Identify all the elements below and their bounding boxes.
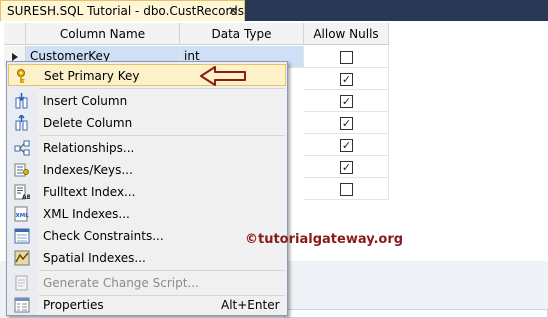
allow-nulls-cell[interactable] (304, 46, 389, 68)
allow-nulls-header: Allow Nulls (304, 23, 389, 45)
allow-nulls-cell[interactable]: ✓ (304, 112, 389, 134)
document-tab[interactable]: SURESH.SQL Tutorial - dbo.CustRecords ✕ (0, 0, 245, 21)
allow-nulls-cell[interactable]: ✓ (304, 134, 389, 156)
menu-item-spatial-indexes[interactable]: Spatial Indexes... (8, 247, 286, 269)
menu-item-relationships[interactable]: Relationships... (8, 137, 286, 159)
relationships-icon (14, 140, 30, 156)
allow-nulls-checkbox[interactable]: ✓ (340, 73, 353, 86)
menu-item-label: Properties (43, 298, 104, 312)
allow-nulls-checkbox[interactable]: ✓ (340, 139, 353, 152)
menu-item-label: Generate Change Script... (43, 276, 199, 290)
menu-item-generate-change-script: Generate Change Script... (8, 272, 286, 294)
svg-text:XML: XML (16, 213, 30, 219)
menu-item-label: Insert Column (43, 94, 128, 108)
properties-icon (14, 297, 30, 313)
annotation-arrow-icon (200, 66, 246, 86)
menu-item-shortcut: Alt+Enter (221, 298, 280, 312)
svg-text:AB: AB (22, 194, 30, 200)
column-name-header: Column Name (26, 23, 180, 45)
menu-separator (39, 88, 285, 89)
allow-nulls-checkbox[interactable]: ✓ (340, 161, 353, 174)
document-tab-strip: SURESH.SQL Tutorial - dbo.CustRecords ✕ (0, 0, 548, 21)
watermark: ©tutorialgateway.org (245, 232, 404, 247)
menu-item-xml-indexes[interactable]: XML XML Indexes... (8, 203, 286, 225)
properties-panel (284, 309, 548, 318)
menu-item-delete-column[interactable]: Delete Column (8, 112, 286, 134)
spatial-indexes-icon (14, 250, 30, 266)
row-selector-header (4, 23, 26, 45)
insert-column-icon (15, 93, 28, 109)
xml-indexes-icon: XML (14, 206, 30, 222)
menu-item-label: Set Primary Key (44, 69, 140, 83)
allow-nulls-cell[interactable]: ✓ (304, 68, 389, 90)
delete-column-icon (15, 115, 28, 131)
menu-item-label: Relationships... (43, 141, 135, 155)
document-tab-title: SURESH.SQL Tutorial - dbo.CustRecords (7, 4, 245, 18)
menu-item-label: XML Indexes... (43, 207, 130, 221)
allow-nulls-cell[interactable]: ✓ (304, 90, 389, 112)
menu-item-indexes-keys[interactable]: Indexes/Keys... (8, 159, 286, 181)
context-menu: Set Primary Key Insert Column Delete Col… (6, 61, 288, 316)
fulltext-index-icon: AB (14, 184, 30, 200)
allow-nulls-checkbox[interactable]: ✓ (340, 95, 353, 108)
allow-nulls-cell[interactable] (304, 178, 389, 200)
menu-item-label: Delete Column (43, 116, 133, 130)
menu-item-properties[interactable]: Properties Alt+Enter (8, 294, 286, 316)
menu-separator (39, 270, 285, 271)
menu-separator (39, 135, 285, 136)
data-type-header: Data Type (180, 23, 304, 45)
allow-nulls-cell[interactable]: ✓ (304, 156, 389, 178)
menu-item-label: Spatial Indexes... (43, 251, 146, 265)
primary-key-icon (17, 69, 25, 83)
allow-nulls-checkbox[interactable] (340, 51, 353, 64)
menu-item-insert-column[interactable]: Insert Column (8, 90, 286, 112)
menu-item-fulltext-index[interactable]: AB Fulltext Index... (8, 181, 286, 203)
menu-item-label: Fulltext Index... (43, 185, 136, 199)
menu-item-label: Indexes/Keys... (43, 163, 133, 177)
menu-item-set-primary-key[interactable]: Set Primary Key (8, 64, 286, 86)
menu-item-label: Check Constraints... (43, 229, 164, 243)
indexes-keys-icon (14, 163, 29, 177)
allow-nulls-checkbox[interactable]: ✓ (340, 117, 353, 130)
current-row-arrow-icon (12, 53, 18, 61)
allow-nulls-checkbox[interactable] (340, 183, 353, 196)
generate-script-icon (15, 275, 28, 291)
close-icon[interactable]: ✕ (228, 4, 238, 18)
check-constraints-icon (14, 228, 30, 244)
